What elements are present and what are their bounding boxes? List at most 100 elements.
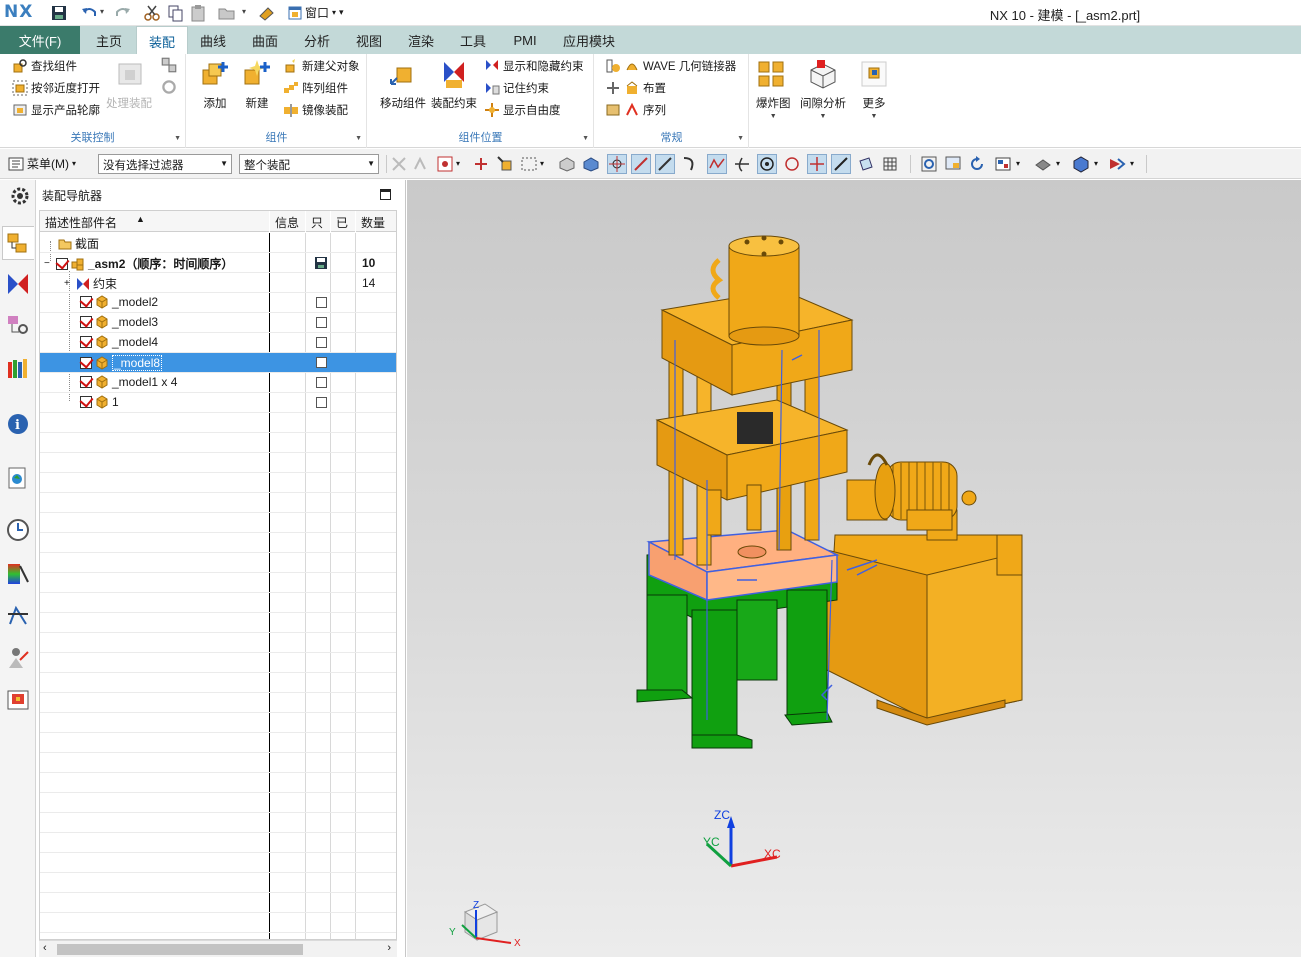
visibility-checkbox[interactable] — [80, 357, 92, 369]
system-scene-icon[interactable] — [6, 688, 30, 712]
maximize-icon[interactable] — [380, 189, 391, 200]
column-header-quantity[interactable]: 数量 — [356, 211, 396, 232]
hd3d-tools-icon[interactable]: i — [6, 412, 30, 436]
tab-curve[interactable]: 曲线 — [190, 26, 236, 54]
touch-mode-icon[interactable] — [258, 4, 276, 22]
snap-curve-icon[interactable] — [681, 155, 699, 173]
chevron-down-icon[interactable]: ▾ — [1056, 155, 1066, 173]
settings-gear-icon[interactable] — [8, 184, 29, 205]
graphics-window[interactable]: ZC YC XC Z Y X — [407, 180, 1301, 957]
visibility-checkbox[interactable] — [80, 296, 92, 308]
undo-icon[interactable] — [80, 4, 98, 22]
visibility-checkbox[interactable] — [80, 396, 92, 408]
snap-line-icon[interactable] — [631, 154, 651, 174]
rotate-view-icon[interactable] — [968, 155, 986, 173]
scrollbar-thumb[interactable] — [57, 944, 303, 955]
visibility-checkbox[interactable] — [80, 336, 92, 348]
gallery-icon[interactable] — [160, 56, 177, 73]
wcs-triad[interactable]: ZC YC XC — [703, 808, 781, 868]
web-browser-icon[interactable] — [6, 466, 30, 490]
history-icon[interactable] — [6, 518, 30, 542]
copy-icon[interactable] — [166, 4, 184, 22]
save-icon[interactable] — [50, 4, 68, 22]
tree-row-component[interactable]: 1 — [40, 393, 396, 413]
tab-tools[interactable]: 工具 — [450, 26, 496, 54]
face-select-icon[interactable] — [582, 155, 600, 173]
assembly-navigator-icon[interactable] — [2, 226, 34, 260]
remember-constraints-button[interactable]: 记住约束 — [484, 78, 549, 98]
mirror-assembly-button[interactable]: 镜像装配 — [283, 100, 348, 120]
part-navigator-icon[interactable] — [6, 314, 30, 338]
move-component-button[interactable]: 移动组件 — [380, 58, 426, 111]
type-filter-select[interactable]: 没有选择过滤器 ▼ — [98, 154, 232, 174]
chevron-down-icon[interactable]: ▾ — [540, 155, 550, 173]
tree-row-component[interactable]: _model1 x 4 — [40, 373, 396, 393]
snap-point-on-curve-icon[interactable] — [831, 154, 851, 174]
component-select-icon[interactable] — [496, 155, 514, 173]
snap-point-on-face-icon[interactable] — [857, 155, 875, 173]
snap-spline-icon[interactable] — [707, 154, 727, 174]
tab-home[interactable]: 主页 — [84, 26, 134, 54]
clearance-analysis-button[interactable]: 间隙分析 ▼ — [800, 58, 846, 120]
chevron-down-icon[interactable]: ▾ — [456, 155, 466, 173]
exploded-views-button[interactable]: 爆炸图 ▼ — [756, 58, 791, 120]
shaded-view-icon[interactable] — [1072, 155, 1090, 173]
column-header-read-only[interactable]: 只 — [306, 211, 330, 232]
fit-view-icon[interactable] — [920, 155, 938, 173]
chevron-down-icon[interactable]: ▾ — [1130, 155, 1140, 173]
tab-render[interactable]: 渲染 — [398, 26, 444, 54]
wave-geometry-linker-button[interactable]: WAVE 几何链接器 — [605, 56, 736, 76]
chevron-down-icon[interactable]: ▼ — [582, 135, 589, 142]
tree-row-component[interactable]: _model4 — [40, 333, 396, 353]
redo-icon[interactable] — [114, 4, 132, 22]
show-degrees-of-freedom-button[interactable]: 显示自由度 — [484, 100, 561, 120]
chevron-down-icon[interactable]: ▾ — [1016, 155, 1026, 173]
chevron-down-icon[interactable]: ▼ — [174, 135, 181, 142]
scroll-left-icon[interactable]: ‹ — [43, 942, 47, 954]
visibility-checkbox[interactable] — [80, 376, 92, 388]
arrangement-icon[interactable] — [160, 78, 176, 94]
main-menu-button[interactable]: 菜单(M) ▾ — [8, 155, 76, 172]
zoom-window-icon[interactable] — [944, 155, 962, 173]
chevron-down-icon[interactable]: ▾ — [1094, 155, 1104, 173]
rectangle-select-icon[interactable] — [520, 155, 538, 173]
chevron-down-icon[interactable]: ▼ — [355, 135, 362, 142]
snap-point-icon[interactable] — [472, 155, 490, 173]
read-only-checkbox[interactable] — [316, 357, 327, 368]
select-all-icon[interactable] — [412, 155, 430, 173]
manufacturing-wizards-icon[interactable] — [6, 604, 30, 628]
show-product-outline-button[interactable]: 显示产品轮廓 — [12, 100, 100, 120]
find-component-button[interactable]: 查找组件 — [12, 56, 77, 76]
scroll-right-icon[interactable]: › — [387, 942, 391, 954]
tree-row-component[interactable]: _model3 — [40, 313, 396, 333]
visibility-checkbox[interactable] — [56, 257, 68, 270]
selection-scope-select[interactable]: 整个装配 ▼ — [239, 154, 379, 174]
customize-quick-access-icon[interactable]: ▾ — [339, 7, 344, 18]
expand-icon[interactable]: + — [64, 278, 73, 289]
snap-end-point-icon[interactable] — [607, 154, 627, 174]
general-selection-icon[interactable] — [436, 155, 454, 173]
sequence-button[interactable]: 序列 — [605, 100, 666, 120]
chevron-down-icon[interactable]: ▾ — [100, 7, 104, 16]
tab-assembly[interactable]: 装配 — [136, 26, 188, 55]
column-header-modified[interactable]: 已 — [331, 211, 355, 232]
paste-icon[interactable] — [189, 4, 207, 22]
tab-view[interactable]: 视图 — [346, 26, 392, 54]
chevron-down-icon[interactable]: ▼ — [737, 135, 744, 142]
tree-row-root-assembly[interactable]: − _asm2（顺序：时间顺序） 10 — [40, 253, 396, 273]
pattern-component-button[interactable]: 阵列组件 — [283, 78, 348, 98]
orient-view-icon[interactable] — [994, 155, 1012, 173]
add-component-button[interactable]: 添加 — [199, 58, 231, 111]
edit-section-icon[interactable] — [1108, 155, 1126, 173]
snap-edge-icon[interactable] — [655, 154, 675, 174]
snap-center-icon[interactable] — [757, 154, 777, 174]
tab-pmi[interactable]: PMI — [502, 26, 548, 54]
body-select-icon[interactable] — [558, 155, 576, 173]
new-component-button[interactable]: 新建 — [241, 58, 273, 111]
read-only-checkbox[interactable] — [316, 297, 327, 308]
assembly-constraints-button[interactable]: 装配约束 — [431, 58, 477, 111]
roles-icon[interactable] — [6, 646, 30, 670]
tab-surface[interactable]: 曲面 — [242, 26, 288, 54]
cut-icon[interactable] — [143, 4, 161, 22]
snap-existing-point-icon[interactable] — [807, 154, 827, 174]
